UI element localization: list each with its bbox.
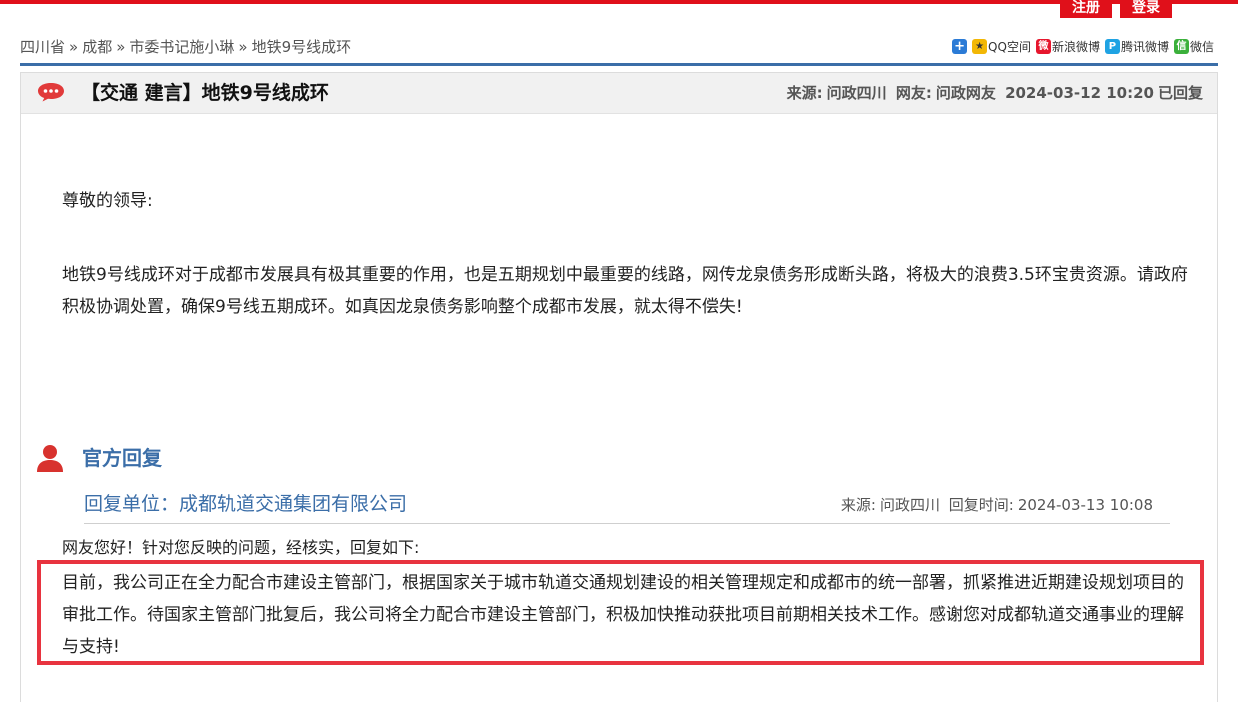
share-tencent-weibo-label: 腾讯微博: [1120, 40, 1169, 54]
reply-unit: 回复单位：成都轨道交通集团有限公司: [84, 493, 408, 515]
section-divider: [20, 63, 1218, 66]
post-source-label: 来源:: [786, 84, 823, 102]
share-more-button[interactable]: +: [952, 39, 968, 54]
breadcrumb-item-current: 地铁9号线成环: [251, 38, 352, 56]
post-greeting: 尊敬的领导:: [62, 191, 153, 211]
post-meta: 来源: 问政四川 网友: 问政网友 2024-03-12 10:20 已回复: [783, 73, 1203, 113]
post-body: 地铁9号线成环对于成都市发展具有极其重要的作用，也是五期规划中最重要的线路，网传…: [62, 265, 1188, 317]
post-date: 2024-03-12 10:20: [1005, 84, 1154, 102]
status-badge: 已回复: [1157, 84, 1203, 102]
share-wechat-button[interactable]: 信微信: [1173, 38, 1214, 55]
reply-source: 问政四川: [879, 496, 940, 514]
reply-highlight-box: 目前，我公司正在全力配合市建设主管部门，根据国家关于城市轨道交通规划建设的相关管…: [37, 560, 1204, 665]
breadcrumb-separator: »: [116, 38, 126, 56]
post-user: 问政网友: [935, 84, 996, 102]
reply-meta: 来源: 问政四川 回复时间: 2024-03-13 10:08: [837, 493, 1153, 517]
share-sina-weibo-label: 新浪微博: [1051, 40, 1100, 54]
post-title: 【交通 建言】地铁9号线成环: [81, 82, 329, 104]
breadcrumb-row: 四川省» 成都» 市委书记施小琳» 地铁9号线成环 + ★ QQ空间 微新浪微博 P 腾讯…: [20, 36, 1218, 58]
plus-icon: +: [952, 39, 968, 54]
qq-zone-icon: ★: [972, 39, 988, 54]
share-qq-zone-label: QQ空间: [988, 40, 1031, 54]
post-source: 问政四川: [826, 84, 887, 102]
reply-divider: [84, 523, 1170, 524]
breadcrumb-item-city[interactable]: 成都: [82, 38, 112, 56]
breadcrumb-separator: »: [238, 38, 248, 56]
share-tencent-weibo-button[interactable]: P 腾讯微博: [1104, 38, 1169, 55]
sina-weibo-icon: 微: [1035, 39, 1051, 54]
official-reply-title: 官方回复: [82, 446, 162, 470]
reply-body: 目前，我公司正在全力配合市建设主管部门，根据国家关于城市轨道交通规划建设的相关管…: [62, 573, 1184, 657]
breadcrumb: 四川省» 成都» 市委书记施小琳» 地铁9号线成环: [20, 36, 351, 58]
reply-time: 2024-03-13 10:08: [1017, 496, 1153, 514]
chat-bubble-icon: [38, 83, 64, 102]
reply-source-label: 来源:: [840, 496, 876, 514]
login-button[interactable]: 登录: [1120, 0, 1172, 18]
person-icon: [37, 445, 63, 472]
breadcrumb-item-official[interactable]: 市委书记施小琳: [129, 38, 234, 56]
wechat-icon: 信: [1173, 39, 1189, 54]
post-title-bar: 【交通 建言】地铁9号线成环 来源: 问政四川 网友: 问政网友 2024-03-1…: [21, 73, 1217, 114]
breadcrumb-separator: »: [69, 38, 79, 56]
post-card: 【交通 建言】地铁9号线成环 来源: 问政四川 网友: 问政网友 2024-03-1…: [20, 72, 1218, 702]
share-qq-zone-button[interactable]: ★ QQ空间: [972, 38, 1031, 55]
share-bar: + ★ QQ空间 微新浪微博 P 腾讯微博 信微信: [952, 38, 1214, 55]
top-red-bar: [0, 0, 1238, 4]
tencent-weibo-icon: P: [1104, 39, 1120, 54]
auth-buttons: 注册 登录: [1060, 0, 1172, 18]
reply-intro: 网友您好！针对您反映的问题，经核实，回复如下:: [62, 538, 420, 557]
share-wechat-label: 微信: [1189, 40, 1214, 54]
post-user-label: 网友:: [895, 84, 932, 102]
register-button[interactable]: 注册: [1060, 0, 1112, 18]
share-sina-weibo-button[interactable]: 微新浪微博: [1035, 38, 1100, 55]
reply-time-label: 回复时间:: [948, 496, 1014, 514]
breadcrumb-item-province[interactable]: 四川省: [20, 38, 65, 56]
